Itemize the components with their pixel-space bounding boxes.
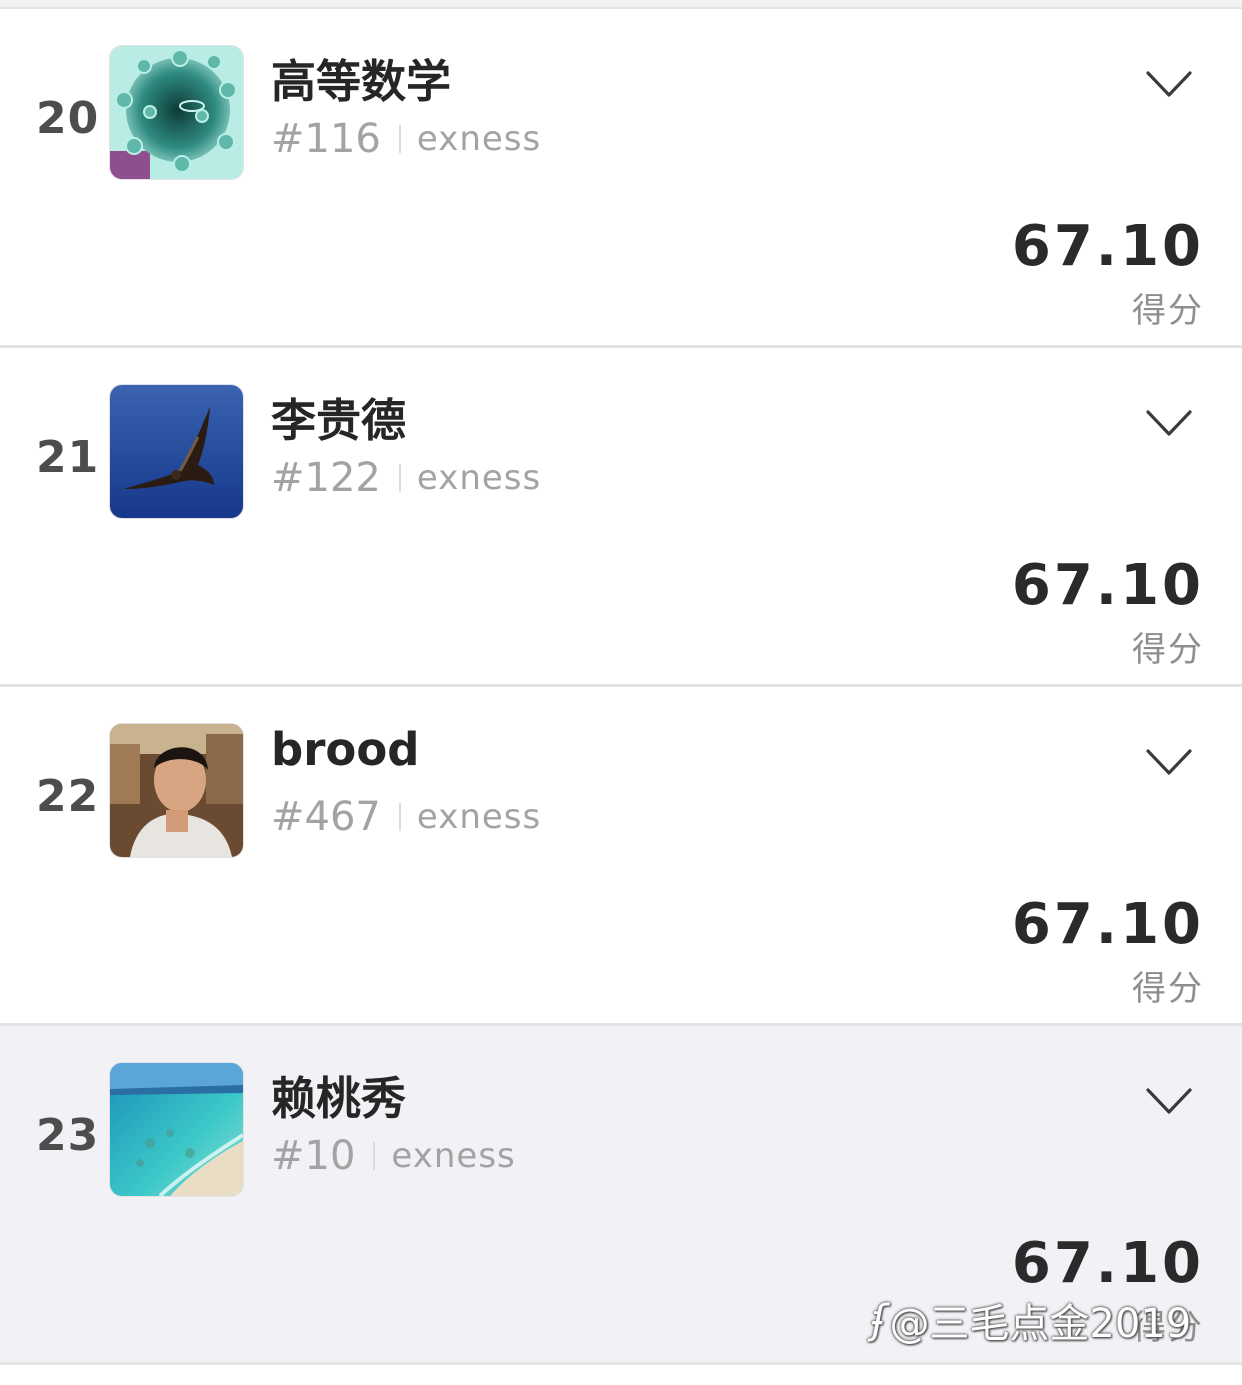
rank-number: 21 <box>36 432 100 483</box>
score-value: 67.10 <box>1011 1231 1204 1296</box>
virus-avatar <box>110 46 243 179</box>
rank-number: 22 <box>36 771 100 822</box>
trader-meta: #116 exness <box>271 113 541 165</box>
person-avatar <box>110 724 243 857</box>
trader-name: brood <box>271 723 420 776</box>
trader-id: #122 <box>271 455 381 501</box>
score-value: 67.10 <box>1011 553 1204 618</box>
top-divider <box>0 0 1242 9</box>
trader-id: #467 <box>271 794 381 840</box>
trader-name: 李贵德 <box>271 394 407 447</box>
beach-avatar <box>110 1063 243 1196</box>
chevron-down-icon[interactable] <box>1145 1086 1193 1116</box>
broker-name: exness <box>416 797 542 837</box>
score-value: 67.10 <box>1011 214 1204 279</box>
broker-name: exness <box>416 119 542 159</box>
chevron-down-icon[interactable] <box>1145 408 1193 438</box>
score-label: 得分 <box>1132 969 1204 1009</box>
ranking-row-22[interactable]: 22 brood #467 exness 67.10 得分 <box>0 687 1242 1026</box>
trader-meta: #122 exness <box>271 452 541 504</box>
ranking-row-20[interactable]: 20 高等数学 #116 exness 67.10 得分 <box>0 9 1242 348</box>
broker-name: exness <box>391 1136 516 1176</box>
score-label: 得分 <box>1132 630 1204 670</box>
meta-separator <box>373 1142 376 1170</box>
rank-number: 20 <box>36 93 100 144</box>
watermark-text: @三毛点金2019 <box>889 1301 1192 1347</box>
watermark-logo-icon: ʄ <box>872 1297 886 1343</box>
trader-name: 赖桃秀 <box>271 1072 407 1125</box>
trader-name: 高等数学 <box>271 55 452 108</box>
score-label: 得分 <box>1132 291 1204 331</box>
meta-separator <box>398 464 401 492</box>
broker-name: exness <box>416 458 542 498</box>
rank-number: 23 <box>36 1110 100 1161</box>
chevron-down-icon[interactable] <box>1145 747 1193 777</box>
meta-separator <box>398 803 401 831</box>
trader-meta: #10 exness <box>271 1130 516 1182</box>
trader-id: #116 <box>271 116 381 162</box>
trader-id: #10 <box>271 1133 356 1179</box>
meta-separator <box>398 125 401 153</box>
eagle-avatar <box>110 385 243 518</box>
trader-meta: #467 exness <box>271 791 541 843</box>
watermark: ʄ @三毛点金2019 <box>872 1290 1191 1350</box>
ranking-row-21[interactable]: 21 李贵德 #122 exness 67.10 得分 <box>0 348 1242 687</box>
chevron-down-icon[interactable] <box>1145 69 1193 99</box>
score-value: 67.10 <box>1011 892 1204 957</box>
